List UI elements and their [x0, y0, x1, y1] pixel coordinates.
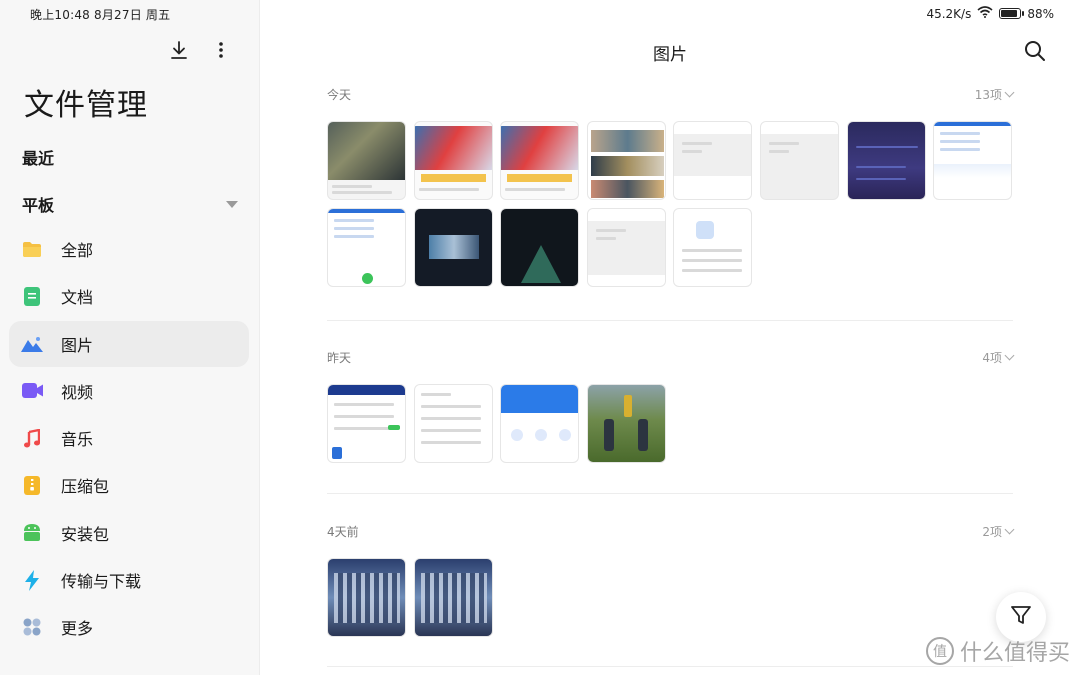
group-date: 4天前 [327, 524, 359, 539]
photo-grid [327, 384, 1027, 463]
download-icon[interactable] [169, 38, 189, 62]
sidebar-item-label: 音乐 [61, 430, 94, 450]
group-count: 13项 [974, 87, 1002, 102]
sidebar: 晚上10:48 8月27日 周五 文件管理 最近 平板 全部 文档 图片 视频 … [0, 0, 260, 675]
tablet-section[interactable]: 平板 [22, 192, 242, 216]
watermark-text: 什么值得买 [959, 641, 1070, 666]
photo-thumbnail[interactable] [327, 384, 406, 463]
sidebar-item-archives[interactable]: 压缩包 [9, 462, 249, 508]
photo-thumbnail[interactable] [500, 121, 580, 200]
watermark: 值 什么值得买 [925, 635, 1070, 667]
photo-grid [327, 121, 1027, 287]
image-icon [21, 333, 43, 355]
sidebar-nav: 全部 文档 图片 视频 音乐 压缩包 安装包 传输与下载 更多 [9, 226, 249, 652]
search-icon[interactable] [1024, 40, 1046, 62]
sidebar-item-more[interactable]: 更多 [9, 604, 249, 650]
recent-section[interactable]: 最近 [22, 145, 54, 169]
more-vertical-icon[interactable] [211, 38, 231, 62]
sidebar-item-label: 文档 [61, 288, 94, 308]
sidebar-item-label: 全部 [61, 241, 94, 260]
photo-thumbnail[interactable] [500, 208, 580, 287]
filter-icon [1010, 604, 1032, 630]
android-icon [21, 522, 43, 544]
photo-thumbnail[interactable] [413, 384, 493, 463]
photo-thumbnail[interactable] [586, 384, 666, 463]
group-count-toggle[interactable]: 4项 [982, 349, 1015, 366]
sidebar-item-label: 图片 [61, 335, 94, 355]
sidebar-item-label: 压缩包 [61, 477, 110, 497]
photo-thumbnail[interactable] [413, 558, 493, 637]
photo-thumbnail[interactable] [846, 121, 926, 200]
lightning-icon [21, 569, 43, 591]
group-date: 昨天 [327, 350, 352, 365]
sidebar-item-images[interactable]: 图片 [9, 320, 249, 367]
sidebar-item-music[interactable]: 音乐 [9, 415, 249, 461]
document-icon [21, 285, 43, 307]
group-count: 2项 [982, 524, 1002, 539]
photo-thumbnail[interactable] [327, 558, 406, 637]
watermark-logo: 值 [925, 637, 954, 665]
photo-thumbnail[interactable] [759, 121, 839, 200]
group-divider [327, 666, 1013, 667]
group-count-toggle[interactable]: 13项 [974, 86, 1015, 103]
battery-percent: 88% [1027, 6, 1054, 21]
photo-thumbnail[interactable] [500, 384, 580, 463]
group-divider [327, 320, 1013, 321]
tablet-section-label: 平板 [22, 196, 55, 215]
photo-thumbnail[interactable] [413, 208, 493, 287]
photo-group-yesterday: 昨天 4项 [327, 348, 1015, 463]
status-time-date: 晚上10:48 8月27日 周五 [30, 8, 171, 22]
group-count-toggle[interactable]: 2项 [982, 523, 1015, 540]
photo-thumbnail[interactable] [586, 121, 666, 200]
battery-icon [999, 8, 1025, 19]
photo-thumbnail[interactable] [327, 208, 406, 287]
photo-thumbnail[interactable] [586, 208, 666, 287]
grid-dots-icon [21, 616, 43, 638]
sidebar-actions [169, 38, 231, 62]
sidebar-item-documents[interactable]: 文档 [9, 273, 249, 319]
archive-icon [21, 474, 43, 496]
video-icon [21, 380, 43, 402]
folder-icon [21, 238, 43, 260]
sidebar-item-label: 更多 [61, 619, 94, 639]
wifi-icon [977, 6, 993, 21]
sidebar-item-label: 视频 [61, 382, 94, 402]
sidebar-item-label: 传输与下载 [61, 572, 142, 592]
app-title: 文件管理 [24, 88, 148, 123]
photo-thumbnail[interactable] [673, 208, 753, 287]
group-date: 今天 [327, 87, 352, 102]
caret-down-icon[interactable] [226, 200, 238, 208]
chevron-down-icon [1004, 350, 1015, 360]
network-speed: 45.2K/s [926, 6, 972, 21]
sidebar-item-all[interactable]: 全部 [9, 226, 249, 272]
group-divider [327, 493, 1013, 494]
photo-thumbnail[interactable] [327, 121, 406, 200]
sidebar-item-transfer[interactable]: 传输与下载 [9, 557, 249, 603]
photo-group-4-days-ago: 4天前 2项 [327, 522, 1015, 637]
sidebar-item-videos[interactable]: 视频 [9, 368, 249, 414]
music-icon [21, 427, 43, 449]
group-count: 4项 [982, 350, 1002, 365]
chevron-down-icon [1004, 87, 1015, 97]
photo-thumbnail[interactable] [413, 121, 493, 200]
photo-thumbnail[interactable] [933, 121, 1013, 200]
chevron-down-icon [1004, 524, 1015, 534]
sidebar-item-apks[interactable]: 安装包 [9, 510, 249, 556]
page-title: 图片 [653, 45, 687, 65]
photo-grid [327, 558, 1027, 637]
status-right: 45.2K/s 88% [926, 6, 1054, 21]
photo-thumbnail[interactable] [673, 121, 753, 200]
sidebar-item-label: 安装包 [61, 524, 110, 544]
photo-group-today: 今天 13项 [327, 85, 1015, 287]
